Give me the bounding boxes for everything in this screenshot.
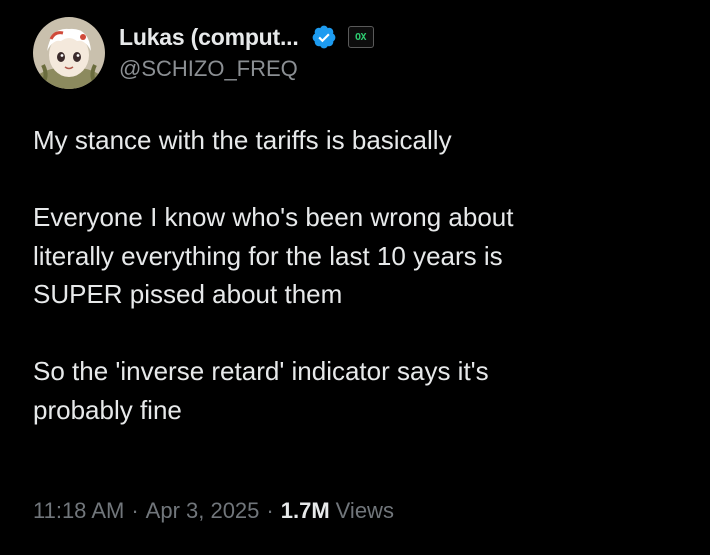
affiliate-badge-text: OX — [355, 31, 367, 43]
author-avatar[interactable] — [33, 17, 105, 89]
paragraph-break — [33, 160, 683, 199]
tweet-line: My stance with the tariffs is basically — [33, 125, 452, 155]
views-count[interactable]: 1.7M — [281, 498, 330, 524]
affiliate-badge-icon[interactable]: OX — [347, 26, 374, 48]
tweet-time[interactable]: 11:18 AM — [33, 498, 124, 524]
verified-badge-icon[interactable] — [311, 24, 337, 50]
author-name-row: Lukas (comput... OX — [119, 22, 374, 52]
paragraph-break — [33, 314, 683, 353]
tweet-date[interactable]: Apr 3, 2025 — [146, 498, 260, 524]
tweet-line: literally everything for the last 10 yea… — [33, 240, 503, 271]
tweet-line: Everyone I know who's been wrong about — [33, 202, 514, 232]
tweet-line: SUPER pissed about them — [33, 279, 343, 309]
views-label[interactable]: Views — [336, 498, 394, 524]
author-display-name[interactable]: Lukas (comput... — [119, 24, 299, 51]
meta-separator: · — [266, 498, 274, 523]
meta-separator: · — [131, 498, 139, 523]
tweet-metadata: 11:18 AM · Apr 3, 2025 · 1.7M Views — [33, 498, 394, 524]
tweet-line: So the 'inverse retard' indicator says i… — [33, 356, 489, 386]
tweet-body: My stance with the tariffs is basically … — [33, 121, 683, 429]
anime-avatar-icon — [33, 17, 105, 89]
tweet-card: Lukas (comput... OX @SCHIZO_FREQ My stan… — [0, 0, 710, 555]
tweet-line: probably fine — [33, 394, 182, 425]
author-handle[interactable]: @SCHIZO_FREQ — [119, 56, 298, 82]
